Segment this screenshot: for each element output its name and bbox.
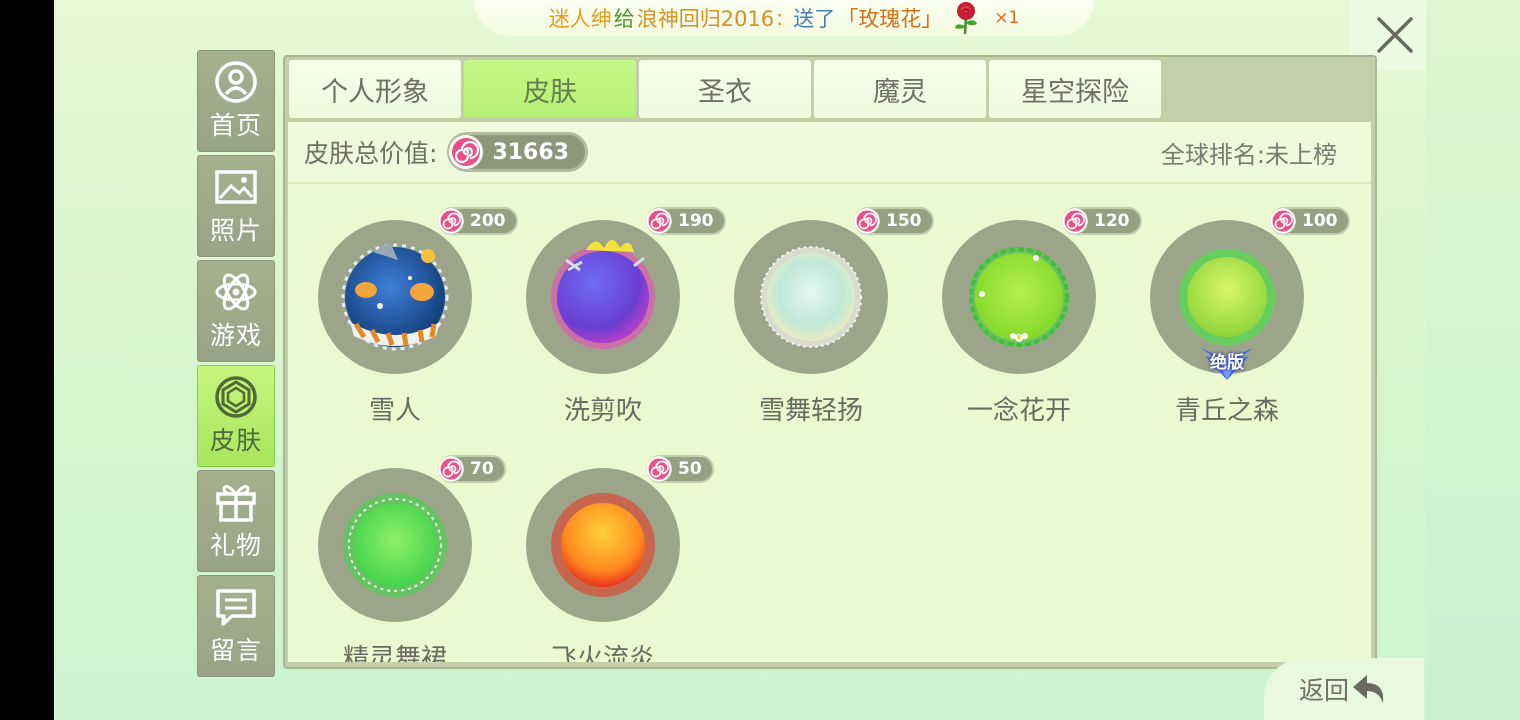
main-panel: 个人形象 皮肤 圣衣 魔灵 星空探险 皮肤总价值: 31663 全球排名:未上榜	[283, 55, 1377, 669]
candy-icon	[854, 208, 880, 234]
sender-name: 迷人绅	[548, 7, 612, 31]
nav-item-games[interactable]: 游戏	[197, 260, 275, 362]
nav-label: 留言	[209, 636, 262, 665]
nav-item-messages[interactable]: 留言	[197, 575, 275, 677]
nav-label: 游戏	[209, 321, 262, 350]
limited-edition-badge: 绝版	[1197, 342, 1257, 382]
photo-icon	[215, 170, 257, 204]
limited-edition-label: 绝版	[1210, 353, 1244, 373]
action-text: 送了	[793, 7, 836, 31]
skin-price: 70	[470, 459, 494, 479]
tab-skins[interactable]: 皮肤	[464, 60, 636, 118]
connector-text: 给	[613, 7, 635, 31]
gift-count: ×1	[994, 8, 1020, 28]
skin-card[interactable]: 120 一念花开	[912, 184, 1142, 426]
skins-content: 皮肤总价值: 31663 全球排名:未上榜 200 雪人 190 洗剪吹 150…	[288, 122, 1371, 662]
skin-name: 一念花开	[966, 396, 1071, 426]
skin-name: 雪舞轻扬	[758, 396, 863, 426]
back-arrow-icon	[1353, 675, 1384, 703]
candy-icon	[438, 208, 464, 234]
receiver-name: 浪神回归2016	[636, 7, 775, 31]
colon-text: :	[776, 6, 784, 30]
total-value-label: 皮肤总价值:	[304, 139, 438, 168]
close-icon	[1377, 17, 1413, 53]
back-button[interactable]: 返回	[1264, 658, 1424, 720]
snowman-skin-icon	[341, 242, 449, 351]
flame-skin-icon	[551, 493, 655, 597]
tab-spirits[interactable]: 魔灵	[814, 60, 986, 118]
skins-summary: 皮肤总价值: 31663 全球排名:未上榜	[288, 122, 1371, 184]
nav-label: 皮肤	[209, 426, 262, 455]
nav-label: 照片	[209, 216, 262, 245]
user-icon	[215, 61, 257, 103]
skin-card[interactable]: 70 精灵舞裙	[288, 432, 506, 662]
message-icon	[216, 589, 256, 626]
skin-name: 雪人	[368, 396, 421, 426]
candy-icon	[449, 135, 484, 169]
skin-name: 洗剪吹	[563, 396, 642, 426]
nav-label: 首页	[209, 111, 262, 140]
fairy-dress-skin-icon	[343, 493, 447, 597]
global-rank: 全球排名:未上榜	[1160, 140, 1337, 169]
skin-disc	[318, 468, 472, 622]
gift-icon	[216, 484, 256, 522]
side-nav: 首页 照片 游戏 皮肤 礼物 留言	[197, 50, 275, 677]
hair-salon-skin-icon	[551, 240, 655, 349]
tab-star-exploration[interactable]: 星空探险	[989, 60, 1161, 118]
nav-item-gifts[interactable]: 礼物	[197, 470, 275, 572]
skin-disc	[734, 220, 888, 374]
skin-card[interactable]: 50 飞火流炎	[496, 432, 714, 662]
snow-dance-skin-icon	[760, 246, 862, 348]
rose-icon	[955, 2, 978, 35]
gift-notice-banner: 迷人绅 给 浪神回归2016 : 送了 「玫瑰花」 ×1	[474, 0, 1094, 36]
tab-holy-clothes[interactable]: 圣衣	[639, 60, 811, 118]
skin-card[interactable]: 150 雪舞轻扬	[704, 184, 934, 426]
candy-icon	[646, 208, 672, 234]
candy-icon	[1270, 208, 1296, 234]
skin-name: 青丘之森	[1174, 396, 1279, 426]
diamond-icon	[215, 376, 257, 418]
total-value-badge: 31663	[447, 132, 588, 172]
skin-disc	[526, 220, 680, 374]
skin-disc	[526, 468, 680, 622]
price-tag: 50	[646, 455, 714, 483]
skin-card[interactable]: 200 雪人	[288, 184, 518, 426]
skin-name: 飞火流炎	[550, 644, 655, 662]
skin-price: 100	[1302, 211, 1338, 231]
nav-item-skins[interactable]: 皮肤	[197, 365, 275, 467]
gift-name: 「玫瑰花」	[837, 7, 943, 31]
skin-card[interactable]: 绝版 100 青丘之森	[1120, 184, 1350, 426]
nav-item-photos[interactable]: 照片	[197, 155, 275, 257]
tab-bar: 个人形象 皮肤 圣衣 魔灵 星空探险	[289, 60, 1161, 118]
skin-grid: 200 雪人 190 洗剪吹 150 雪舞轻扬 120 一念花开 绝版 100 …	[288, 184, 1371, 662]
candy-icon	[646, 456, 672, 482]
back-label: 返回	[1298, 676, 1349, 705]
skin-name: 精灵舞裙	[342, 644, 447, 662]
nav-item-home[interactable]: 首页	[197, 50, 275, 152]
candy-icon	[1062, 208, 1088, 234]
candy-icon	[438, 456, 464, 482]
game-screen: 迷人绅 给 浪神回归2016 : 送了 「玫瑰花」 ×1 首页 照片 游戏 皮肤…	[54, 0, 1426, 720]
skin-disc	[942, 220, 1096, 374]
skin-disc	[318, 220, 472, 374]
skin-card[interactable]: 190 洗剪吹	[496, 184, 726, 426]
price-tag: 100	[1270, 207, 1350, 235]
total-value: 31663	[492, 139, 569, 165]
nav-label: 礼物	[209, 531, 262, 560]
blossom-skin-icon	[969, 247, 1069, 347]
screen-edge	[1426, 0, 1520, 720]
atom-icon	[215, 273, 257, 311]
tab-personal-image[interactable]: 个人形象	[289, 60, 461, 118]
skin-price: 50	[678, 459, 702, 479]
